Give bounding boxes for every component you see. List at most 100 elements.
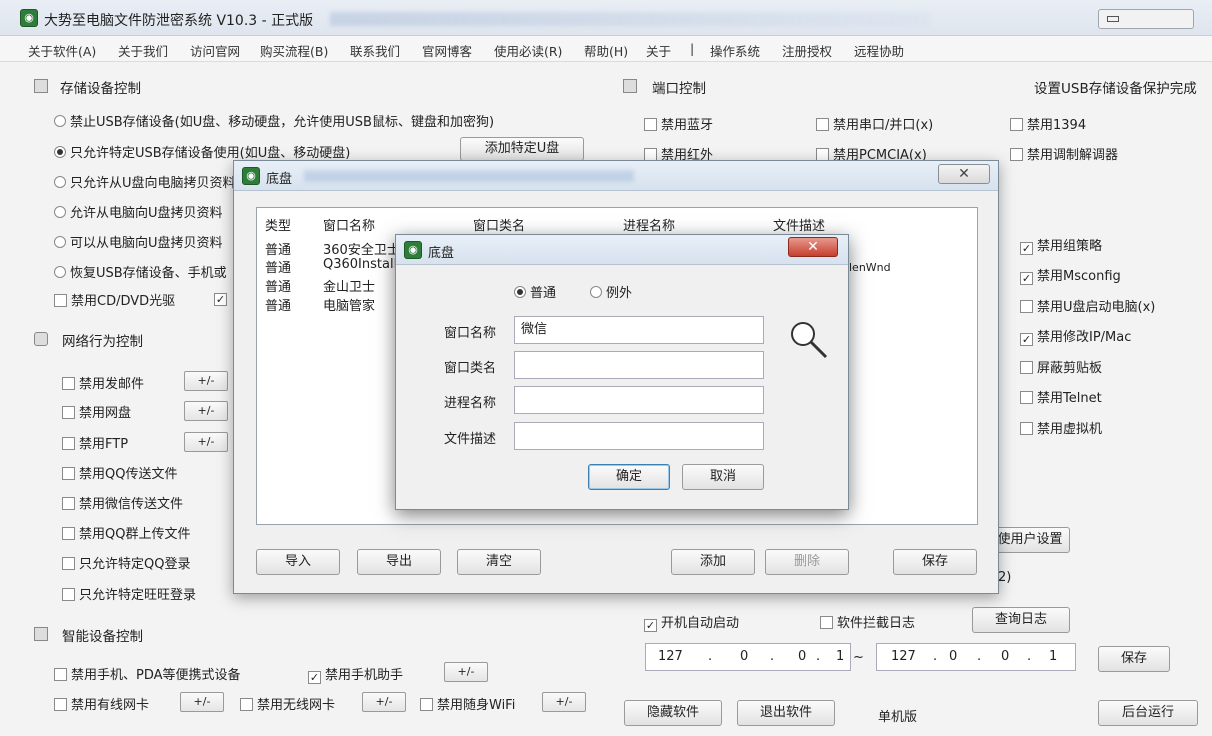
- table-row-type[interactable]: 普通: [265, 239, 291, 258]
- clear-button[interactable]: 清空: [457, 549, 541, 575]
- telnet-checkbox[interactable]: 禁用Telnet: [1020, 387, 1102, 406]
- portable-wifi-plus-minus-button[interactable]: +/-: [542, 692, 586, 712]
- table-row-name[interactable]: 电脑管家: [323, 295, 375, 314]
- export-button[interactable]: 导出: [357, 549, 441, 575]
- list-dialog-close-button[interactable]: ✕: [938, 164, 990, 184]
- intercept-log-checkbox[interactable]: 软件拦截日志: [820, 612, 915, 631]
- mode-normal-radio[interactable]: 普通: [514, 282, 556, 301]
- minimize-button[interactable]: [1098, 9, 1194, 29]
- netdisk-plus-minus-button[interactable]: +/-: [184, 401, 228, 421]
- class-name-input[interactable]: [514, 351, 764, 379]
- table-row-name[interactable]: 金山卫士: [323, 276, 375, 295]
- checkbox-icon: [54, 698, 67, 711]
- menu-about-us[interactable]: 关于我们: [118, 41, 168, 60]
- exit-software-button[interactable]: 退出软件: [737, 700, 835, 726]
- process-name-input[interactable]: [514, 386, 764, 414]
- view-log-button[interactable]: 查询日志: [972, 607, 1070, 633]
- clipboard-checkbox[interactable]: 屏蔽剪贴板: [1020, 357, 1102, 376]
- storage-extra-checkbox[interactable]: ✓: [214, 290, 231, 306]
- ip-to-input[interactable]: 127 . 0 . 0 . 1: [876, 643, 1076, 671]
- storage-option-4[interactable]: 允许从电脑向U盘拷贝资料: [54, 202, 223, 221]
- column-header-process-name[interactable]: 进程名称: [623, 215, 675, 234]
- hide-software-button[interactable]: 隐藏软件: [624, 700, 722, 726]
- portable-wifi-checkbox[interactable]: 禁用随身WiFi: [420, 694, 515, 713]
- phone-assistant-plus-minus-button[interactable]: +/-: [444, 662, 488, 682]
- ip-mac-checkbox[interactable]: ✓ 禁用修改IP/Mac: [1020, 326, 1131, 346]
- bluetooth-checkbox[interactable]: 禁用蓝牙: [644, 114, 713, 133]
- menu-purchase[interactable]: 购买流程(B): [260, 41, 328, 60]
- checkbox-icon: [240, 698, 253, 711]
- portable-device-checkbox[interactable]: 禁用手机、PDA等便携式设备: [54, 664, 241, 683]
- ieee1394-checkbox[interactable]: 禁用1394: [1010, 114, 1086, 133]
- checkbox-checked-icon: ✓: [1020, 272, 1033, 285]
- wireless-nic-checkbox[interactable]: 禁用无线网卡: [240, 694, 335, 713]
- modem-checkbox[interactable]: 禁用调制解调器: [1010, 144, 1118, 163]
- menu-help[interactable]: 帮助(H): [584, 41, 628, 60]
- column-header-window-name[interactable]: 窗口名称: [323, 215, 375, 234]
- menu-must-read[interactable]: 使用必读(R): [494, 41, 562, 60]
- menu-os[interactable]: 操作系统: [710, 41, 760, 60]
- storage-option-3[interactable]: 只允许从U盘向电脑拷贝资料: [54, 172, 236, 191]
- usb-boot-checkbox[interactable]: 禁用U盘启动电脑(x): [1020, 296, 1155, 315]
- menu-register[interactable]: 注册授权: [782, 41, 832, 60]
- menu-blog[interactable]: 官网博客: [422, 41, 472, 60]
- cancel-button[interactable]: 取消: [682, 464, 764, 490]
- menu-about-software[interactable]: 关于软件(A): [28, 41, 96, 60]
- table-row-type[interactable]: 普通: [265, 276, 291, 295]
- menu-contact[interactable]: 联系我们: [350, 41, 400, 60]
- email-checkbox[interactable]: 禁用发邮件: [62, 373, 144, 392]
- file-desc-input[interactable]: [514, 422, 764, 450]
- save-ip-button[interactable]: 保存: [1098, 646, 1170, 672]
- autostart-checkbox[interactable]: ✓ 开机自动启动: [644, 612, 739, 632]
- menu-remote-help[interactable]: 远程协助: [854, 41, 904, 60]
- add-specific-usb-button[interactable]: 添加特定U盘: [460, 137, 584, 161]
- column-header-type[interactable]: 类型: [265, 215, 291, 234]
- email-plus-minus-button[interactable]: +/-: [184, 371, 228, 391]
- ip-octet: 0: [740, 649, 749, 664]
- user-settings-button[interactable]: 使用户设置: [990, 527, 1070, 553]
- specific-wangwang-checkbox[interactable]: 只允许特定旺旺登录: [62, 584, 196, 603]
- qq-file-checkbox[interactable]: 禁用QQ传送文件: [62, 463, 177, 482]
- serial-port-checkbox[interactable]: 禁用串口/并口(x): [816, 114, 933, 133]
- delete-button[interactable]: 删除: [765, 549, 849, 575]
- storage-option-2[interactable]: 只允许特定USB存储设备使用(如U盘、移动硬盘): [54, 142, 350, 161]
- wired-nic-checkbox[interactable]: 禁用有线网卡: [54, 694, 149, 713]
- wireless-nic-plus-minus-button[interactable]: +/-: [362, 692, 406, 712]
- minimize-icon: [1107, 16, 1119, 22]
- ftp-checkbox[interactable]: 禁用FTP: [62, 433, 128, 452]
- run-background-button[interactable]: 后台运行: [1098, 700, 1198, 726]
- radio-icon: [54, 236, 66, 248]
- menu-about[interactable]: 关于: [646, 41, 671, 60]
- netdisk-label: 禁用网盘: [79, 406, 132, 421]
- table-row-type[interactable]: 普通: [265, 257, 291, 276]
- qq-group-upload-checkbox[interactable]: 禁用QQ群上传文件: [62, 523, 190, 542]
- ip-from-input[interactable]: 127 . 0 . 0 . 1: [645, 643, 851, 671]
- ok-button[interactable]: 确定: [588, 464, 670, 490]
- list-dialog-title: 底盘: [266, 172, 293, 187]
- storage-option-5[interactable]: 可以从电脑向U盘拷贝资料: [54, 232, 223, 251]
- column-header-file-desc[interactable]: 文件描述: [773, 215, 825, 234]
- storage-option-1[interactable]: 禁止USB存储设备(如U盘、移动硬盘，允许使用USB鼠标、键盘和加密狗): [54, 111, 494, 130]
- netdisk-checkbox[interactable]: 禁用网盘: [62, 402, 131, 421]
- ftp-plus-minus-button[interactable]: +/-: [184, 432, 228, 452]
- import-button[interactable]: 导入: [256, 549, 340, 575]
- phone-assistant-checkbox[interactable]: ✓ 禁用手机助手: [308, 664, 403, 684]
- specific-qq-checkbox[interactable]: 只允许特定QQ登录: [62, 553, 190, 572]
- window-picker-magnifier[interactable]: [786, 317, 830, 361]
- mode-exception-radio[interactable]: 例外: [590, 282, 632, 301]
- table-row-type[interactable]: 普通: [265, 295, 291, 314]
- wechat-file-checkbox[interactable]: 禁用微信传送文件: [62, 493, 183, 512]
- window-name-input[interactable]: 微信: [514, 316, 764, 344]
- group-policy-checkbox[interactable]: ✓ 禁用组策略: [1020, 235, 1102, 255]
- msconfig-checkbox[interactable]: ✓ 禁用Msconfig: [1020, 265, 1121, 285]
- storage-option-6[interactable]: 恢复USB存储设备、手机或: [54, 262, 227, 281]
- dialog-save-button[interactable]: 保存: [893, 549, 977, 575]
- vm-checkbox[interactable]: 禁用虚拟机: [1020, 418, 1102, 437]
- menu-official-site[interactable]: 访问官网: [190, 41, 240, 60]
- table-row-name[interactable]: 360安全卫士: [323, 239, 400, 258]
- wired-nic-plus-minus-button[interactable]: +/-: [180, 692, 224, 712]
- add-dialog-close-button[interactable]: ✕: [788, 237, 838, 257]
- column-header-class-name[interactable]: 窗口类名: [473, 215, 525, 234]
- cd-dvd-checkbox[interactable]: 禁用CD/DVD光驱: [54, 290, 175, 309]
- add-button[interactable]: 添加: [671, 549, 755, 575]
